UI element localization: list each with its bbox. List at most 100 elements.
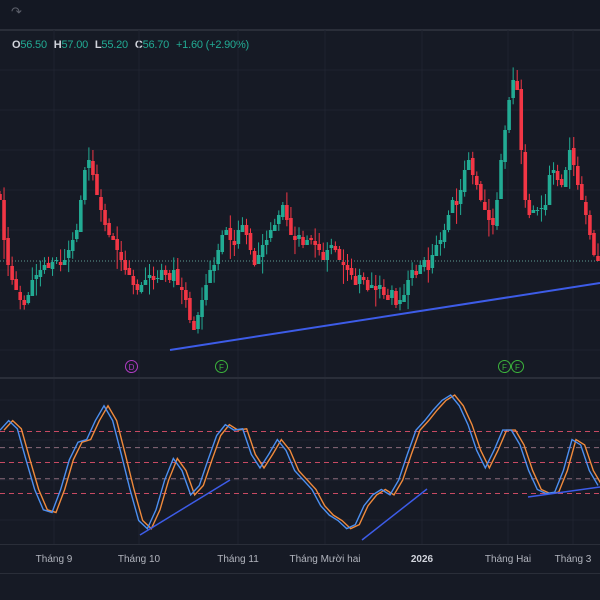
candle-down	[14, 279, 18, 290]
candle-down	[151, 276, 156, 280]
candle-up	[54, 260, 59, 261]
candle-down	[474, 176, 479, 185]
candle-up	[547, 175, 552, 205]
oscillator-levels	[0, 430, 600, 495]
candle-up	[567, 150, 572, 170]
candle-down	[523, 152, 528, 200]
candle-down	[596, 256, 600, 261]
candle-down	[99, 197, 103, 210]
candle-down	[382, 287, 386, 295]
candle-up	[511, 80, 515, 98]
candle-down	[394, 291, 398, 305]
candle-up	[329, 245, 334, 248]
candle-up	[418, 265, 423, 274]
candle-up	[74, 230, 79, 239]
financials-event-marker[interactable]: F	[511, 360, 524, 373]
financials-event-marker[interactable]: F	[215, 360, 228, 373]
candle-up	[458, 190, 463, 204]
candle-down	[519, 89, 524, 150]
candle-up	[281, 205, 285, 217]
candle-down	[127, 268, 132, 275]
candle-up	[410, 270, 414, 278]
candle-up	[450, 200, 455, 213]
candle-down	[248, 233, 253, 250]
candle-down	[123, 260, 128, 270]
candle-down	[252, 251, 257, 265]
candle-down	[46, 263, 51, 268]
candle-down	[321, 252, 326, 260]
candle-down	[22, 300, 27, 305]
candle-down	[228, 228, 233, 240]
candle-down	[10, 266, 14, 280]
candle-down	[454, 201, 459, 205]
time-tick: Tháng Mười hai	[289, 554, 361, 565]
candle-up	[390, 290, 394, 298]
candle-up	[200, 300, 204, 317]
candle-down	[426, 260, 431, 270]
candle-down	[131, 276, 136, 285]
time-axis[interactable]: Tháng 9 Tháng 10 Tháng 11 Tháng Mười hai…	[0, 544, 600, 574]
financials-event-marker[interactable]: F	[498, 360, 511, 373]
candle-down	[386, 295, 390, 300]
candle-down	[491, 218, 495, 225]
time-tick: Tháng 9	[35, 554, 73, 565]
candle-up	[398, 300, 402, 304]
oscillator-trendline[interactable]	[139, 479, 231, 536]
candle-down	[571, 148, 576, 165]
candle-up	[276, 215, 281, 224]
chart-canvas[interactable]	[0, 0, 600, 600]
candle-up	[466, 160, 471, 170]
candle-down	[18, 292, 23, 300]
oscillator-trendline[interactable]	[527, 486, 600, 498]
candle-down	[103, 210, 107, 225]
candle-down	[479, 184, 483, 200]
candle-up	[325, 250, 330, 260]
candle-up	[446, 215, 451, 230]
candle-up	[66, 250, 71, 258]
trading-chart[interactable]: ↷ O56.50 H57.00 L55.20 C56.70 +1.60 (+2.…	[0, 0, 600, 600]
dividend-event-marker[interactable]: D	[125, 360, 138, 373]
d-line	[3, 394, 600, 530]
candle-up	[503, 130, 507, 162]
candle-up	[34, 275, 39, 279]
candle-down	[333, 246, 338, 250]
candle-down	[6, 238, 10, 265]
candle-down	[515, 81, 519, 90]
candle-down	[293, 236, 297, 240]
candle-up	[369, 285, 374, 288]
candle-up	[70, 240, 75, 251]
candle-down	[285, 205, 289, 220]
candle-down	[91, 161, 95, 175]
candle-up	[260, 245, 265, 257]
candle-down	[483, 202, 487, 210]
candle-up	[535, 210, 540, 211]
candle-up	[563, 170, 568, 187]
candle-down	[341, 262, 346, 265]
candle-down	[192, 321, 196, 330]
candle-up	[30, 280, 35, 296]
candle-up	[240, 225, 245, 232]
time-tick: Tháng 3	[554, 554, 592, 565]
candle-down	[353, 276, 358, 285]
candle-down	[232, 241, 237, 245]
candle-up	[42, 265, 47, 270]
candle-up	[139, 285, 144, 292]
candle-up	[171, 270, 176, 281]
candle-down	[470, 158, 475, 175]
candle-down	[0, 194, 2, 200]
candle-up	[539, 208, 544, 209]
candle-up	[62, 260, 67, 265]
candle-down	[349, 268, 354, 275]
candle-up	[357, 275, 362, 284]
candles	[0, 67, 600, 334]
candle-up	[38, 270, 43, 277]
candle-down	[111, 236, 115, 240]
candle-down	[119, 252, 124, 260]
candle-up	[220, 235, 225, 252]
candle-up	[378, 285, 382, 289]
candle-down	[289, 218, 293, 235]
candle-down	[414, 271, 418, 275]
candle-up	[272, 225, 277, 231]
candle-down	[309, 238, 313, 240]
candle-up	[26, 295, 31, 303]
